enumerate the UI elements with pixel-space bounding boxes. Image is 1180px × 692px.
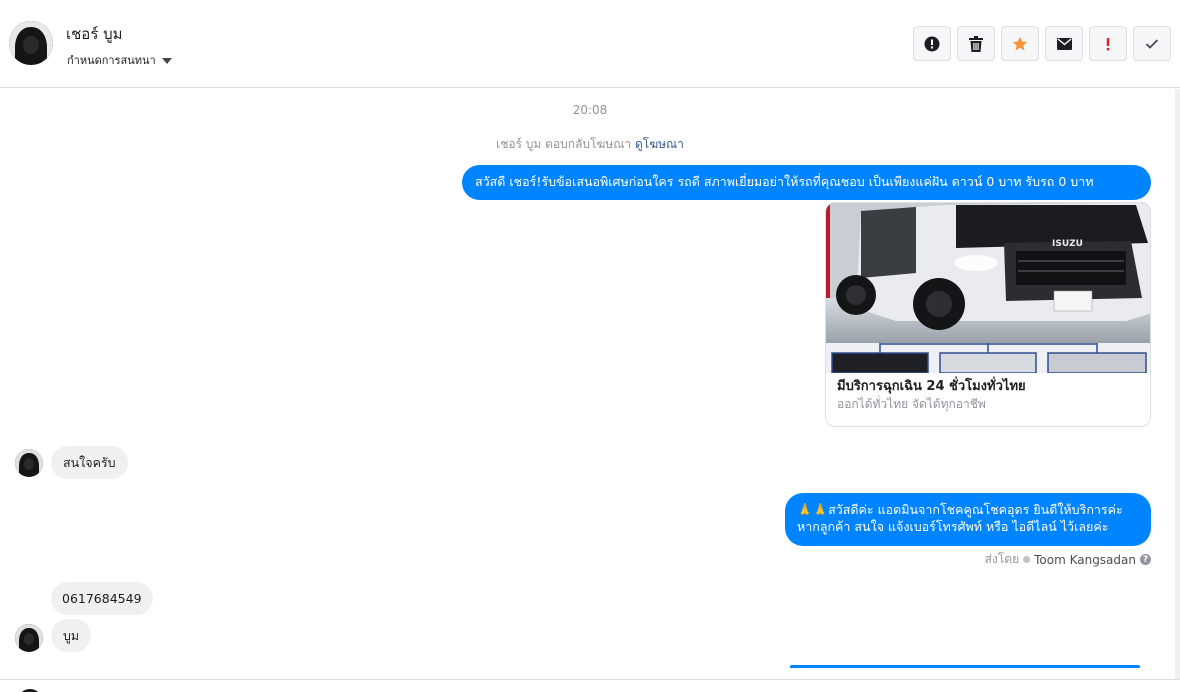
ad-card-title: มีบริการฉุกเฉิน 24 ชั่วโมงทั่วไทย <box>837 379 1026 394</box>
conversation-toolbar <box>913 26 1171 61</box>
envelope-icon <box>1056 37 1072 50</box>
exclamation-icon <box>1106 37 1110 50</box>
done-button[interactable] <box>1133 26 1171 61</box>
contact-avatar-small[interactable] <box>15 449 43 477</box>
contact-avatar[interactable] <box>9 21 53 65</box>
view-ad-link[interactable]: ดูโฆษณา <box>635 137 684 151</box>
check-icon <box>1145 38 1159 49</box>
incoming-message[interactable]: 0617684549 <box>51 582 153 615</box>
star-icon <box>1012 36 1028 50</box>
ad-card-image: ISUZU <box>826 203 1150 373</box>
incoming-message[interactable]: บูม <box>51 619 92 652</box>
contact-avatar-small[interactable] <box>15 624 43 652</box>
mark-important-button[interactable] <box>1089 26 1127 61</box>
ad-card[interactable]: ISUZU มีบริการฉุกเฉิน 24 ชั่วโมงทั่วไทย … <box>825 202 1151 427</box>
caret-down-icon <box>161 57 172 64</box>
message-timestamp: 20:08 <box>572 103 608 117</box>
ad-card-subtitle: ออกได้ทั่วไทย จัดได้ทุกอาชีพ <box>837 397 986 411</box>
sent-by-label: ส่งโดย <box>984 552 1020 566</box>
pickup-truck-image: ISUZU <box>826 203 1150 373</box>
ad-reply-text: เชอร์ บูม ตอบกลับโฆษณา <box>496 137 632 151</box>
alert-circle-icon <box>924 36 940 51</box>
thread-scrollbar[interactable] <box>1175 89 1180 679</box>
message-composer[interactable] <box>0 679 1180 692</box>
sent-by-note: ส่งโดย Toom Kangsadan ? <box>985 550 1151 569</box>
svg-text:ISUZU: ISUZU <box>1052 239 1083 249</box>
page-identity-icon <box>1023 556 1031 563</box>
contact-name[interactable]: เชอร์ บูม <box>66 22 123 46</box>
sent-by-agent[interactable]: Toom Kangsadan <box>1034 553 1136 567</box>
outgoing-message[interactable]: สวัสดี เชอร์!รับข้อเสนอพิเศษก่อนใคร รถดี… <box>462 165 1151 200</box>
assign-conversation-dropdown[interactable]: กำหนดการสนทนา <box>67 51 172 69</box>
hooded-figure-icon <box>9 21 53 65</box>
help-icon[interactable]: ? <box>1140 554 1151 565</box>
incoming-message[interactable]: สนใจครับ <box>51 446 128 479</box>
outgoing-message-partial <box>790 665 1140 668</box>
assign-label: กำหนดการสนทนา <box>67 54 156 67</box>
mark-unread-button[interactable] <box>1045 26 1083 61</box>
ad-reply-note: เชอร์ บูม ตอบกลับโฆษณา ดูโฆษณา <box>0 135 1180 154</box>
star-button[interactable] <box>1001 26 1039 61</box>
report-spam-button[interactable] <box>913 26 951 61</box>
trash-icon <box>969 35 983 52</box>
outgoing-message[interactable]: 🙏🙏สวัสดีค่ะ แอดมินจากโชคคูณโชคอุดร ยินดี… <box>785 493 1151 546</box>
hooded-figure-icon <box>15 624 43 652</box>
conversation-header: เชอร์ บูม กำหนดการสนทนา <box>0 0 1180 88</box>
hooded-figure-icon <box>15 449 43 477</box>
message-thread[interactable]: 20:08 เชอร์ บูม ตอบกลับโฆษณา ดูโฆษณา สวั… <box>0 89 1180 679</box>
delete-button[interactable] <box>957 26 995 61</box>
